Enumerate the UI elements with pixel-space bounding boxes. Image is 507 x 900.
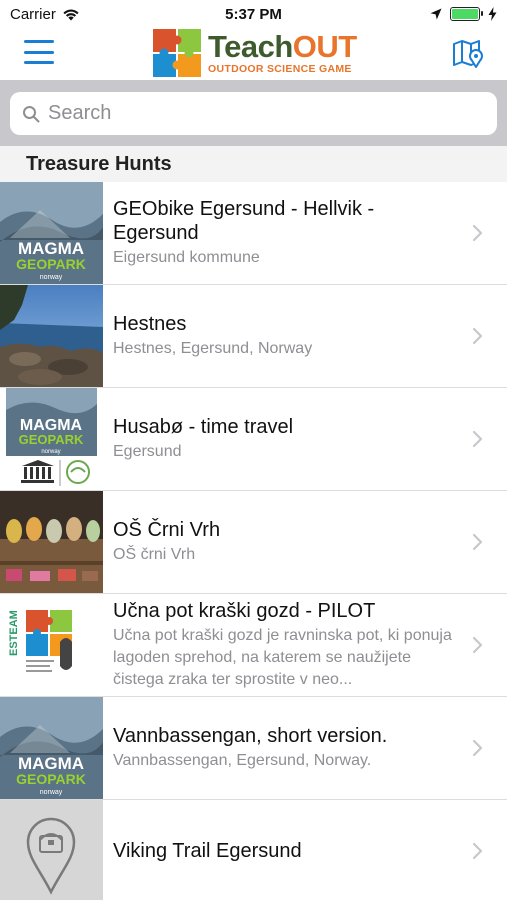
row-title: Učna pot kraški gozd - PILOT [113, 600, 376, 622]
treasure-hunt-row[interactable]: Hestnes Hestnes, Egersund, Norway [0, 285, 507, 388]
svg-text:GEOPARK: GEOPARK [16, 256, 86, 272]
svg-text:norway: norway [41, 449, 60, 455]
status-right [430, 7, 497, 21]
menu-line [24, 50, 54, 54]
coast-photo-thumbnail [0, 285, 103, 387]
hamburger-menu-button[interactable] [24, 40, 54, 64]
chevron-right-icon [472, 327, 483, 345]
treasure-hunt-row[interactable]: MAGMA GEOPARK norway GEObike Egersund - … [0, 182, 507, 285]
logo-subtitle: OUTDOOR SCIENCE GAME [208, 63, 352, 76]
row-title: Hestnes [113, 313, 187, 335]
chevron-right-icon [472, 533, 483, 551]
svg-text:norway: norway [40, 274, 63, 281]
wifi-icon [63, 9, 79, 20]
treasure-hunt-row[interactable]: MAGMA GEOPARK norway Husabø - time trave… [0, 388, 507, 491]
chevron-right-icon [472, 224, 483, 242]
chevron-right-icon [472, 739, 483, 757]
status-bar: Carrier 5:37 PM [0, 0, 507, 28]
magmageopark-logo-thumbnail: MAGMA GEOPARK norway [0, 182, 103, 284]
row-text: Husabø - time travel Egersund [113, 415, 461, 463]
logo-title: TeachOUT [208, 29, 357, 65]
treasure-hunt-list: MAGMA GEOPARK norway GEObike Egersund - … [0, 182, 507, 900]
map-pin-placeholder-thumbnail [0, 800, 103, 900]
row-title: Husabø - time travel [113, 416, 294, 438]
menu-line [24, 40, 54, 43]
row-subtitle: Hestnes, Egersund, Norway [113, 340, 313, 357]
magmageopark-unesco-logo-thumbnail: MAGMA GEOPARK norway [0, 388, 103, 490]
row-subtitle: Eigersund kommune [113, 249, 260, 266]
battery-icon [450, 7, 483, 21]
row-text: Viking Trail Egersund [113, 839, 461, 863]
menu-line [24, 61, 54, 64]
row-subtitle: Vannbassengan, Egersund, Norway. [113, 752, 372, 769]
search-field[interactable] [10, 92, 497, 135]
search-input[interactable] [48, 102, 468, 125]
chevron-right-icon [472, 430, 483, 448]
svg-text:norway: norway [40, 789, 63, 796]
row-subtitle: Egersund [113, 443, 182, 460]
puzzle-logo-icon [153, 29, 201, 77]
map-icon-button[interactable] [451, 36, 485, 70]
svg-text:GEOPARK: GEOPARK [16, 771, 86, 787]
row-text: Vannbassengan, short version. Vannbassen… [113, 724, 461, 772]
row-text: Hestnes Hestnes, Egersund, Norway [113, 312, 461, 360]
magmageopark-logo-thumbnail: MAGMA GEOPARK norway [0, 697, 103, 799]
row-title: OŠ Črni Vrh [113, 519, 221, 541]
treasure-hunt-row[interactable]: OŠ Črni Vrh OŠ črni Vrh [0, 491, 507, 594]
logo-text: TeachOUT OUTDOOR SCIENCE GAME [208, 31, 357, 75]
chevron-right-icon [472, 636, 483, 654]
treasure-hunt-row[interactable]: Viking Trail Egersund [0, 800, 507, 900]
svg-text:ESTEAM: ESTEAM [8, 610, 20, 656]
search-bar-container [0, 80, 507, 146]
carrier-label: Carrier [10, 5, 56, 23]
treasure-hunt-row[interactable]: ESTEAM Učna pot kraški gozd - PILOT Učna… [0, 594, 507, 697]
chevron-right-icon [472, 842, 483, 860]
navigation-bar: TeachOUT OUTDOOR SCIENCE GAME [0, 28, 507, 80]
location-arrow-icon [430, 8, 442, 20]
row-title: GEObike Egersund - Hellvik - Egersund [113, 198, 375, 244]
row-text: OŠ Črni Vrh OŠ črni Vrh [113, 518, 461, 566]
teachout-logo: TeachOUT OUTDOOR SCIENCE GAME [152, 28, 357, 78]
status-left: Carrier [10, 6, 80, 23]
row-subtitle: Učna pot kraški gozd je ravninska pot, k… [113, 627, 452, 688]
row-subtitle: OŠ črni Vrh [113, 546, 196, 563]
section-header: Treasure Hunts [0, 146, 507, 182]
row-text: GEObike Egersund - Hellvik - Egersund Ei… [113, 197, 461, 269]
treasure-hunt-row[interactable]: MAGMA GEOPARK norway Vannbassengan, shor… [0, 697, 507, 800]
row-text: Učna pot kraški gozd - PILOT Učna pot kr… [113, 599, 461, 691]
esteam-logo-thumbnail: ESTEAM [0, 594, 103, 696]
row-title: Vannbassengan, short version. [113, 725, 388, 747]
classroom-photo-thumbnail [0, 491, 103, 593]
search-icon [23, 105, 40, 122]
charging-bolt-icon [488, 7, 497, 21]
svg-text:GEOPARK: GEOPARK [19, 432, 84, 447]
row-title: Viking Trail Egersund [113, 840, 302, 862]
